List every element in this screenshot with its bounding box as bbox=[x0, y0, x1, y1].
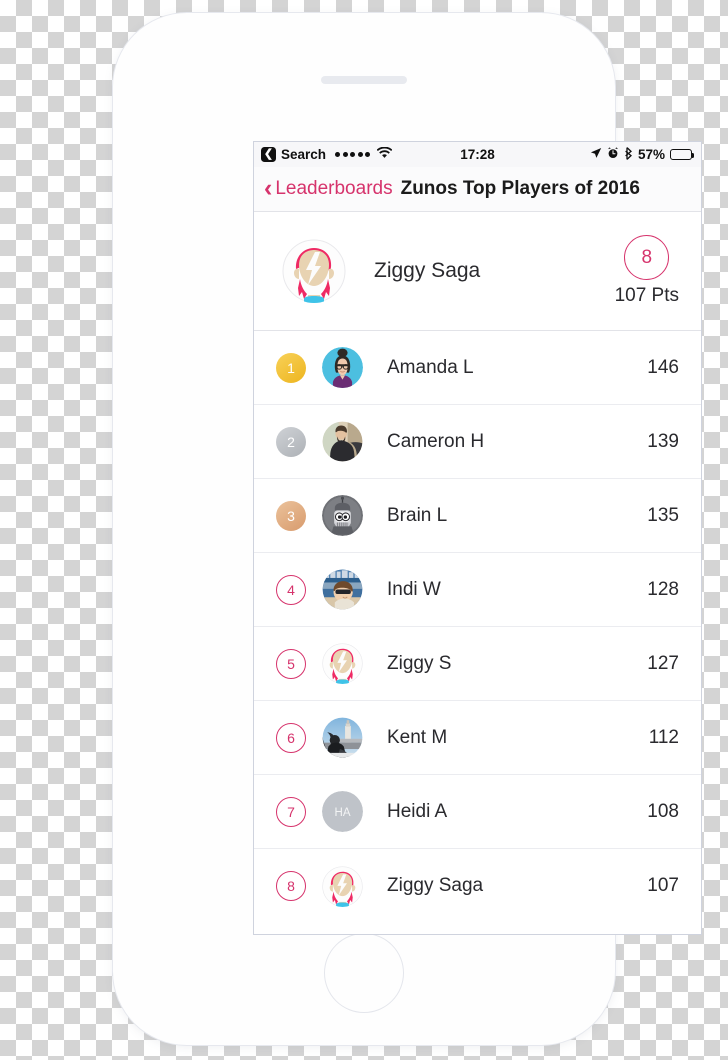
chevron-left-icon[interactable]: ❮ bbox=[261, 147, 276, 162]
current-user-score-block: 8 107 Pts bbox=[615, 235, 679, 307]
back-to-leaderboards-button[interactable]: ‹ Leaderboards bbox=[264, 174, 393, 202]
leaderboard-list: 1 Amanda L 146 2 Cameron H 139 3 Brain L… bbox=[254, 331, 701, 923]
phone-device-frame: ❮ Search 17:28 57% ‹ Leaderboards Zunos … bbox=[113, 13, 701, 1045]
rank-badge: 4 bbox=[276, 574, 306, 605]
location-arrow-icon bbox=[590, 147, 602, 162]
player-name: Ziggy Saga bbox=[387, 875, 484, 896]
status-bar: ❮ Search 17:28 57% bbox=[254, 142, 701, 167]
player-score: 139 bbox=[647, 430, 679, 452]
player-name: Brain L bbox=[387, 504, 448, 526]
player-score: 107 bbox=[647, 875, 679, 896]
back-button-label: Leaderboards bbox=[275, 178, 393, 199]
cameron-avatar bbox=[322, 421, 363, 462]
player-score: 146 bbox=[647, 356, 679, 378]
player-score: 128 bbox=[647, 578, 679, 600]
leaderboard-row[interactable]: 6 Kent M 112 bbox=[254, 701, 701, 775]
player-score: 135 bbox=[647, 504, 679, 526]
speaker-grille bbox=[321, 76, 407, 84]
player-name: Cameron H bbox=[387, 430, 485, 452]
signal-strength-dots bbox=[335, 152, 371, 157]
rank-badge: 2 bbox=[276, 426, 306, 457]
current-user-points: 107 Pts bbox=[614, 285, 679, 306]
rank-badge: 1 bbox=[276, 352, 306, 383]
status-back-label[interactable]: Search bbox=[281, 147, 326, 162]
status-bar-left: ❮ Search bbox=[261, 146, 393, 162]
ziggy-avatar bbox=[282, 239, 346, 303]
status-bar-right: 57% bbox=[590, 146, 695, 163]
leaderboard-row[interactable]: 5 Ziggy S 127 bbox=[254, 627, 701, 701]
leaderboard-row[interactable]: 2 Cameron H 139 bbox=[254, 405, 701, 479]
leaderboard-row[interactable]: 3 Brain L 135 bbox=[254, 479, 701, 553]
initials-avatar: HA bbox=[322, 791, 363, 832]
rank-badge: 8 bbox=[276, 871, 306, 901]
leaderboard-row[interactable]: 4 Indi W 128 bbox=[254, 553, 701, 627]
player-name: Indi W bbox=[387, 578, 441, 600]
wifi-icon bbox=[376, 146, 393, 162]
player-name: Ziggy S bbox=[387, 652, 452, 674]
alarm-clock-icon bbox=[607, 147, 619, 162]
rank-badge: 5 bbox=[276, 648, 306, 679]
svg-text:HA: HA bbox=[335, 807, 351, 819]
kent-avatar bbox=[322, 717, 363, 758]
current-user-name: Ziggy Saga bbox=[374, 259, 481, 282]
robot-avatar bbox=[322, 495, 363, 536]
player-name: Heidi A bbox=[387, 800, 448, 822]
page-title: Zunos Top Players of 2016 bbox=[400, 178, 640, 199]
leaderboard-row[interactable]: 7 HA Heidi A 108 bbox=[254, 775, 701, 849]
player-name: Kent M bbox=[387, 726, 448, 748]
rank-badge: 6 bbox=[276, 722, 306, 753]
chevron-left-icon: ‹ bbox=[264, 174, 273, 202]
bluetooth-icon bbox=[624, 146, 633, 163]
navigation-bar: ‹ Leaderboards Zunos Top Players of 2016 bbox=[254, 167, 701, 212]
current-user-summary[interactable]: Ziggy Saga 8 107 Pts bbox=[254, 212, 701, 331]
leaderboard-row[interactable]: 1 Amanda L 146 bbox=[254, 331, 701, 405]
current-user-rank-badge: 8 bbox=[624, 235, 670, 280]
ziggy-avatar bbox=[322, 643, 363, 684]
rank-badge: 7 bbox=[276, 796, 306, 827]
amanda-avatar bbox=[322, 347, 363, 388]
battery-icon bbox=[670, 149, 695, 160]
player-name: Amanda L bbox=[387, 356, 474, 378]
rank-badge: 3 bbox=[276, 500, 306, 531]
battery-percent-label: 57% bbox=[637, 147, 665, 162]
player-score: 112 bbox=[648, 726, 679, 748]
player-score: 127 bbox=[647, 652, 679, 674]
indi-avatar bbox=[322, 569, 363, 610]
ziggy-avatar bbox=[322, 865, 363, 907]
leaderboard-row[interactable]: 8 Ziggy Saga 107 bbox=[254, 849, 701, 923]
player-score: 108 bbox=[647, 800, 679, 822]
home-button[interactable] bbox=[324, 933, 404, 1013]
phone-screen: ❮ Search 17:28 57% ‹ Leaderboards Zunos … bbox=[254, 142, 701, 934]
